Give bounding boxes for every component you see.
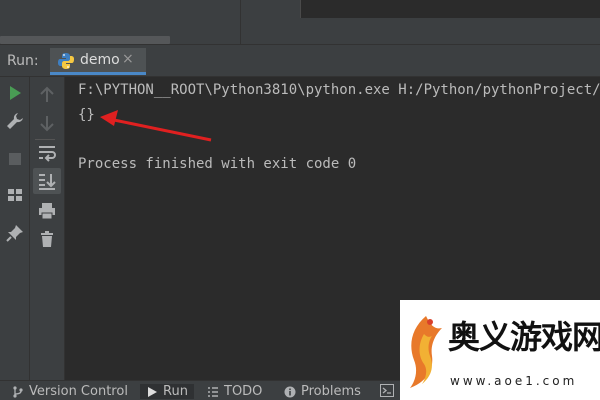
close-icon[interactable]: ×: [122, 51, 134, 67]
watermark-url: www.aoe1.com: [450, 374, 578, 388]
trash-icon[interactable]: [37, 229, 57, 249]
scroll-to-end-toggle[interactable]: [33, 168, 61, 194]
red-arrow-annotation: [100, 110, 212, 142]
tab-version-control-label: Version Control: [29, 384, 128, 399]
soft-wrap-icon[interactable]: [37, 143, 57, 163]
run-actions-toolbar: [0, 77, 30, 380]
rerun-icon[interactable]: [5, 83, 25, 103]
terminal-icon[interactable]: [380, 384, 394, 397]
python-icon: [58, 53, 74, 69]
run-tab-label: demo: [80, 52, 120, 68]
tab-problems-label: Problems: [301, 384, 361, 399]
list-icon: [208, 386, 218, 397]
watermark: 奥义游戏网 www.aoe1.com: [400, 300, 600, 400]
tab-run-label: Run: [163, 384, 188, 399]
run-tab-demo[interactable]: demo ×: [50, 48, 146, 75]
editor-strip: [300, 0, 600, 18]
pin-icon[interactable]: [5, 223, 25, 243]
watermark-title: 奥义游戏网: [448, 318, 600, 356]
editor-top-area: [0, 0, 600, 44]
horizontal-scrollbar[interactable]: [0, 36, 170, 44]
console-toolbar: [30, 77, 65, 380]
toolbar-divider: [35, 139, 55, 140]
console-line-exit: Process finished with exit code 0: [78, 156, 357, 172]
arrow-down-icon[interactable]: [37, 113, 57, 133]
scroll-to-end-icon: [39, 174, 56, 190]
tab-version-control[interactable]: Version Control: [12, 384, 128, 399]
branch-icon: [13, 385, 23, 398]
tab-todo-label: TODO: [224, 384, 263, 399]
wrench-icon[interactable]: [5, 111, 25, 131]
run-tool-window-header: Run: demo ×: [0, 44, 600, 77]
layout-icon[interactable]: [5, 185, 25, 205]
tab-todo[interactable]: TODO: [207, 384, 262, 399]
info-icon: [284, 386, 296, 397]
print-icon[interactable]: [37, 201, 57, 221]
watermark-logo: [410, 316, 442, 388]
editor-gutter-divider: [240, 0, 241, 44]
tab-run[interactable]: Run: [140, 384, 194, 399]
play-icon: [148, 386, 157, 397]
tab-problems[interactable]: Problems: [284, 384, 361, 399]
arrow-up-icon[interactable]: [37, 85, 57, 105]
stop-icon[interactable]: [5, 149, 25, 169]
run-label: Run:: [7, 53, 39, 69]
